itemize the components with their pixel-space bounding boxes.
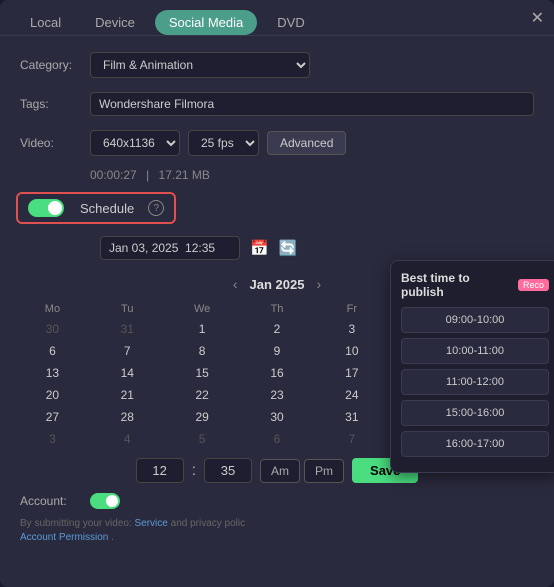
cal-day[interactable]: 23 [241, 384, 314, 406]
time-slot-4[interactable]: 16:00-17:00 [401, 431, 549, 457]
cal-day[interactable]: 9 [241, 340, 314, 362]
video-res-select[interactable]: 640x1136 [90, 130, 180, 156]
cal-day[interactable]: 1 [166, 318, 239, 340]
cal-day[interactable]: 30 [241, 406, 314, 428]
account-label: Account: [20, 494, 90, 508]
cal-day[interactable]: 14 [91, 362, 164, 384]
hour-input[interactable] [136, 458, 184, 483]
cal-day[interactable]: 21 [91, 384, 164, 406]
minute-input[interactable] [204, 458, 252, 483]
info-separator: | [146, 168, 149, 182]
footer-text: By submitting your video: Service and pr… [0, 511, 554, 551]
day-header-th: Th [241, 300, 314, 318]
time-separator: : [192, 462, 196, 480]
time-slot-1[interactable]: 10:00-11:00 [401, 338, 549, 364]
cal-day[interactable]: 22 [166, 384, 239, 406]
cal-day[interactable]: 3 [16, 428, 89, 450]
reco-badge: Reco [518, 279, 549, 291]
tabs-bar: Local Device Social Media DVD [0, 0, 554, 36]
footer-text-3: . [111, 532, 114, 543]
prev-month-button[interactable]: ‹ [233, 276, 238, 292]
cal-day[interactable]: 8 [166, 340, 239, 362]
dialog: ✕ Local Device Social Media DVD Category… [0, 0, 554, 587]
time-slot-2[interactable]: 11:00-12:00 [401, 369, 549, 395]
tab-local[interactable]: Local [16, 10, 75, 35]
cal-day[interactable]: 31 [91, 318, 164, 340]
cal-day[interactable]: 6 [16, 340, 89, 362]
best-time-title: Best time to publish [401, 271, 512, 299]
footer-text-2: and privacy polic [171, 518, 245, 529]
cal-day[interactable]: 7 [91, 340, 164, 362]
video-row: Video: 640x1136 25 fps Advanced [0, 126, 554, 160]
cal-day[interactable]: 16 [241, 362, 314, 384]
account-permission-link[interactable]: Account Permission [20, 532, 108, 543]
cal-day[interactable]: 27 [16, 406, 89, 428]
category-label: Category: [20, 58, 90, 72]
best-time-panel: Best time to publish Reco 09:00-10:00 10… [390, 260, 554, 473]
account-row: Account: [0, 491, 554, 511]
cal-day[interactable]: 5 [166, 428, 239, 450]
video-fps-select[interactable]: 25 fps [188, 130, 259, 156]
am-button[interactable]: Am [260, 459, 300, 483]
cal-day[interactable]: 30 [16, 318, 89, 340]
day-header-mo: Mo [16, 300, 89, 318]
tags-input[interactable] [90, 92, 534, 116]
refresh-icon[interactable]: 🔄 [279, 239, 298, 257]
close-button[interactable]: ✕ [531, 8, 544, 28]
calendar-month-year: Jan 2025 [250, 277, 305, 292]
cal-day[interactable]: 20 [16, 384, 89, 406]
tags-row: Tags: [0, 88, 554, 120]
next-month-button[interactable]: › [316, 276, 321, 292]
cal-day[interactable]: 13 [16, 362, 89, 384]
best-time-header: Best time to publish Reco [401, 271, 549, 299]
day-header-tu: Tu [91, 300, 164, 318]
calendar-icon[interactable]: 📅 [250, 239, 269, 257]
time-slot-3[interactable]: 15:00-16:00 [401, 400, 549, 426]
footer-text-1: By submitting your video: [20, 518, 132, 529]
cal-day[interactable]: 17 [315, 362, 388, 384]
tab-dvd[interactable]: DVD [263, 10, 318, 35]
advanced-button[interactable]: Advanced [267, 131, 346, 155]
pm-button[interactable]: Pm [304, 459, 344, 483]
cal-day[interactable]: 6 [241, 428, 314, 450]
category-row: Category: Film & Animation [0, 48, 554, 82]
info-row: 00:00:27 | 17.21 MB [0, 166, 554, 188]
cal-day[interactable]: 3 [315, 318, 388, 340]
calendar-area: ‹ Jan 2025 › Mo Tu We Th Fr Sa Su 30 31 [0, 270, 554, 491]
account-toggle[interactable] [90, 493, 120, 509]
schedule-section: Schedule ? [0, 188, 554, 228]
cal-day[interactable]: 4 [91, 428, 164, 450]
file-size-value: 17.21 MB [159, 168, 210, 182]
cal-day[interactable]: 7 [315, 428, 388, 450]
video-controls: 640x1136 25 fps Advanced [90, 130, 346, 156]
time-slot-0[interactable]: 09:00-10:00 [401, 307, 549, 333]
schedule-help-icon[interactable]: ? [148, 200, 164, 216]
tags-label: Tags: [20, 97, 90, 111]
day-header-we: We [166, 300, 239, 318]
category-select[interactable]: Film & Animation [90, 52, 310, 78]
tab-social-media[interactable]: Social Media [155, 10, 257, 35]
schedule-label: Schedule [80, 201, 134, 216]
cal-day[interactable]: 31 [315, 406, 388, 428]
service-link[interactable]: Service [135, 518, 168, 529]
cal-day[interactable]: 15 [166, 362, 239, 384]
cal-day[interactable]: 28 [91, 406, 164, 428]
am-pm-group: Am Pm [260, 459, 344, 483]
schedule-toggle[interactable] [28, 199, 64, 217]
video-label: Video: [20, 136, 90, 150]
tab-device[interactable]: Device [81, 10, 149, 35]
cal-day[interactable]: 24 [315, 384, 388, 406]
cal-day[interactable]: 29 [166, 406, 239, 428]
duration-value: 00:00:27 [90, 168, 137, 182]
cal-day[interactable]: 2 [241, 318, 314, 340]
day-header-fr: Fr [315, 300, 388, 318]
datetime-input[interactable] [100, 236, 240, 260]
cal-day[interactable]: 10 [315, 340, 388, 362]
